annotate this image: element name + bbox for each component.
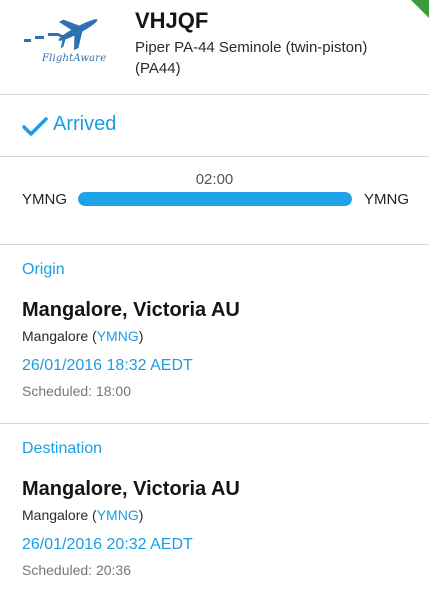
corner-badge	[411, 0, 429, 18]
destination-airport: Mangalore (YMNG)	[22, 507, 143, 523]
destination-airport-name: Mangalore (	[22, 507, 97, 523]
origin-scheduled: Scheduled: 18:00	[22, 383, 131, 399]
progress-bar	[78, 192, 352, 206]
flight-status: Arrived	[0, 95, 429, 157]
origin-city: Mangalore, Victoria AU	[22, 299, 240, 321]
flight-progress: 02:00 YMNG YMNG	[0, 157, 429, 245]
progress-origin-code: YMNG	[22, 191, 67, 208]
origin-airport: Mangalore (YMNG)	[22, 328, 143, 344]
origin-airport-name: Mangalore (	[22, 328, 97, 344]
status-label: Arrived	[53, 113, 117, 135]
progress-fill	[78, 192, 352, 206]
flight-header: FlightAware VHJQF Piper PA-44 Seminole (…	[0, 0, 429, 95]
aircraft-type: Piper PA-44 Seminole (twin-piston) (PA44…	[135, 39, 368, 77]
flight-duration: 02:00	[195, 171, 234, 188]
destination-airport-close: )	[138, 507, 144, 523]
origin-airport-close: )	[138, 328, 144, 344]
origin-section: Origin Mangalore, Victoria AU Mangalore …	[0, 245, 429, 424]
destination-city: Mangalore, Victoria AU	[22, 478, 240, 500]
destination-time: 26/01/2016 20:32 AEDT	[22, 536, 193, 553]
section-title-destination: Destination	[22, 440, 103, 457]
flightaware-logo: FlightAware	[22, 8, 122, 78]
destination-section: Destination Mangalore, Victoria AU Manga…	[0, 424, 429, 600]
section-title-origin: Origin	[22, 261, 65, 278]
destination-scheduled: Scheduled: 20:36	[22, 562, 131, 578]
logo-text: FlightAware	[42, 53, 107, 64]
destination-airport-code-link[interactable]: YMNG	[97, 507, 139, 523]
tail-number: VHJQF	[135, 8, 209, 33]
progress-destination-code: YMNG	[364, 191, 409, 208]
checkmark-icon	[22, 117, 48, 136]
origin-airport-code-link[interactable]: YMNG	[97, 328, 139, 344]
airplane-icon	[24, 19, 98, 51]
origin-time: 26/01/2016 18:32 AEDT	[22, 357, 193, 374]
